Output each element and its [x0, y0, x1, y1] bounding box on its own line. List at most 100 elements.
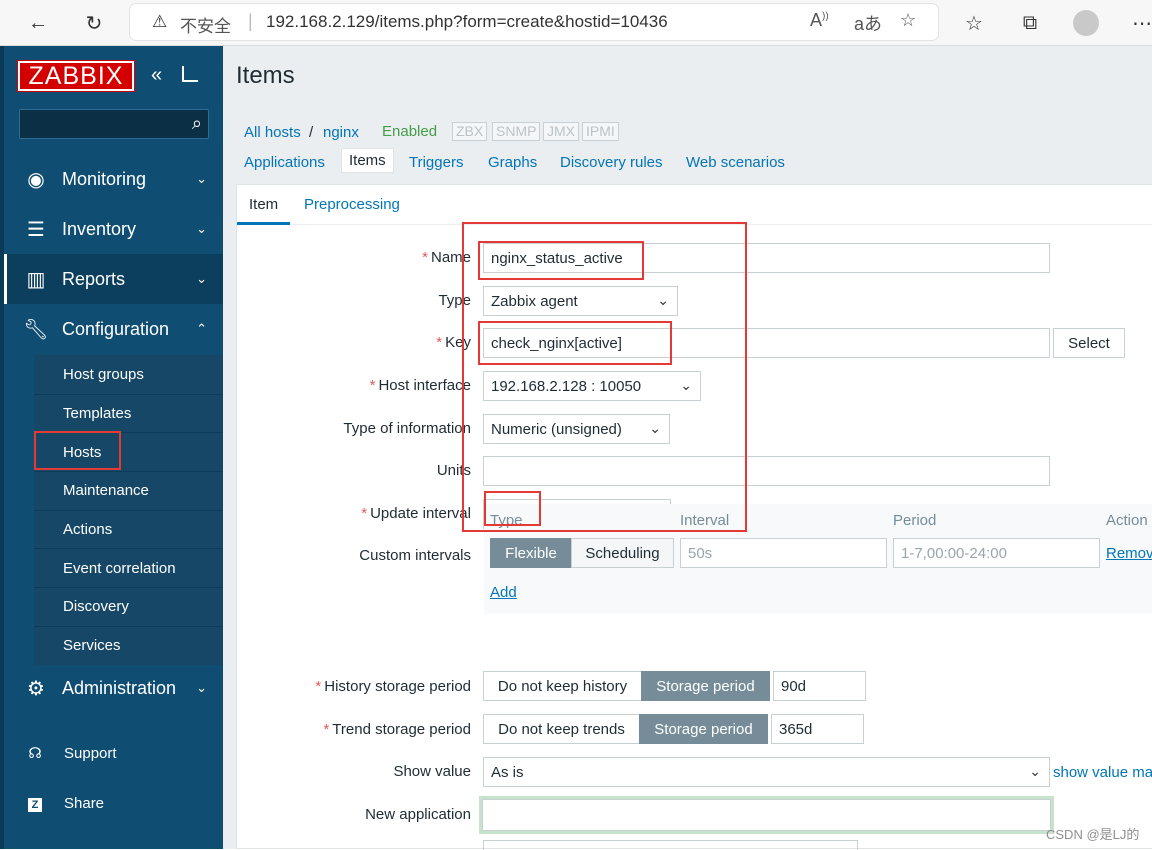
back-arrow-icon[interactable]: ← [24, 9, 52, 37]
url-text[interactable]: 192.168.2.129/items.php?form=create&host… [266, 12, 668, 32]
tab-discovery-rules[interactable]: Discovery rules [560, 154, 663, 171]
support-label: Support [64, 744, 117, 762]
share-icon: Z [20, 795, 50, 812]
tab-preprocessing[interactable]: Preprocessing [304, 185, 400, 225]
more-menu-icon[interactable]: ⋯ [1128, 9, 1152, 37]
menu-reports-label: Reports [62, 268, 126, 289]
key-label: * Key [436, 334, 471, 351]
custom-intervals-label: Custom intervals [359, 547, 471, 564]
collections-icon[interactable]: ⧉ [1016, 9, 1044, 37]
tag-zbx: ZBX [452, 122, 488, 141]
annotation-box-key [478, 321, 672, 365]
menu-administration[interactable]: ⚙ Administration ⌄ [4, 663, 223, 713]
trend-do-not-keep-toggle[interactable]: Do not keep trends [483, 714, 640, 744]
insecure-label: 不安全 [180, 17, 231, 36]
show-value-mappings-link[interactable]: show value ma [1053, 764, 1152, 781]
add-favorite-icon[interactable]: ☆ [900, 10, 916, 31]
sidebar: ZABBIX « ⌕ ◉ Monitoring ⌄ ☰ Inventory ⌄ … [0, 46, 223, 849]
menu-administration-label: Administration [62, 677, 177, 698]
menu-reports[interactable]: ▥ Reports ⌄ [4, 254, 223, 304]
tab-applications[interactable]: Applications [244, 154, 325, 171]
key-select-button[interactable]: Select [1053, 328, 1125, 358]
translate-icon[interactable]: aあ [854, 10, 882, 36]
warning-icon: ⚠ [152, 12, 168, 31]
menu-configuration-label: Configuration [62, 318, 170, 339]
trend-storage-period-toggle[interactable]: Storage period [639, 714, 768, 744]
main-content: Items All hosts / nginx Enabled ZBX SNMP… [223, 46, 1152, 850]
read-aloud-icon[interactable]: A)) [810, 10, 829, 31]
submenu-host-groups[interactable]: Host groups [34, 355, 223, 394]
headset-icon: ☊ [28, 745, 42, 762]
flexible-toggle[interactable]: Flexible [490, 538, 572, 568]
units-label: Units [436, 462, 471, 479]
tab-graphs[interactable]: Graphs [488, 154, 537, 171]
wrench-icon: 🔧︎ [23, 318, 49, 341]
share-link[interactable]: Z Share [4, 788, 223, 818]
submenu-event-correlation[interactable]: Event correlation [34, 548, 223, 588]
profile-avatar[interactable] [1072, 9, 1100, 37]
form-tabs: Item Preprocessing [237, 185, 1152, 225]
submenu-maintenance[interactable]: Maintenance [34, 471, 223, 510]
host-status-enabled[interactable]: Enabled [382, 123, 437, 140]
support-link[interactable]: ☊ Support [4, 738, 223, 768]
chevron-down-icon: ⌄ [196, 171, 207, 186]
breadcrumb-host[interactable]: nginx [323, 124, 359, 141]
tab-item[interactable]: Item [237, 185, 291, 225]
refresh-icon[interactable]: ↻ [80, 9, 108, 37]
menu-monitoring[interactable]: ◉ Monitoring ⌄ [4, 154, 223, 204]
ci-interval-input[interactable]: 50s [680, 538, 887, 568]
menu-monitoring-label: Monitoring [62, 168, 147, 189]
ci-header-action: Action [1106, 512, 1148, 529]
url-separator: | [248, 11, 253, 31]
address-bar[interactable]: ⚠ 不安全 | 192.168.2.129/items.php?form=cre… [130, 4, 938, 40]
share-label: Share [64, 794, 105, 812]
sidebar-search-input[interactable]: ⌕ [19, 109, 209, 139]
list-icon: ☰ [27, 218, 45, 241]
breadcrumb-all-hosts[interactable]: All hosts [244, 124, 301, 141]
history-period-input[interactable]: 90d [773, 671, 866, 701]
search-icon[interactable]: ⌕ [192, 113, 202, 134]
submenu-actions[interactable]: Actions [34, 509, 223, 549]
annotation-box-name [478, 241, 644, 280]
ci-remove-link[interactable]: Remov [1106, 545, 1152, 562]
chevron-down-icon: ⌄ [1029, 763, 1041, 779]
kiosk-mode-icon[interactable] [182, 66, 198, 82]
scheduling-toggle[interactable]: Scheduling [571, 538, 674, 568]
ci-period-input[interactable]: 1-7,00:00-24:00 [893, 538, 1100, 568]
configuration-submenu: Host groups Templates Hosts Maintenance … [34, 355, 223, 665]
new-application-label: New application [365, 806, 471, 823]
tab-web-scenarios[interactable]: Web scenarios [686, 154, 785, 171]
show-value-label: Show value [393, 763, 471, 780]
show-value-value: As is [491, 763, 524, 781]
history-storage-period-toggle[interactable]: Storage period [641, 671, 770, 701]
favorites-icon[interactable]: ☆ [960, 9, 988, 37]
hosts-highlight-box [34, 431, 121, 470]
tag-ipmi: IPMI [582, 122, 619, 141]
tab-triggers[interactable]: Triggers [409, 154, 463, 171]
chevron-down-icon: ⌄ [196, 680, 207, 695]
trend-period-input[interactable]: 365d [771, 714, 864, 744]
gear-icon: ⚙ [27, 677, 45, 700]
submenu-services[interactable]: Services [34, 625, 223, 665]
page-title: Items [236, 62, 295, 89]
chevron-down-icon: ⌄ [196, 271, 207, 286]
zabbix-logo[interactable]: ZABBIX [17, 60, 135, 92]
menu-configuration[interactable]: 🔧︎ Configuration ⌃ [4, 304, 223, 354]
collapse-sidebar-icon[interactable]: « [151, 64, 162, 87]
tag-jmx: JMX [543, 122, 579, 141]
name-label: * Name [422, 249, 471, 266]
browser-toolbar: ← ↻ ⚠ 不安全 | 192.168.2.129/items.php?form… [0, 0, 1152, 46]
tab-items[interactable]: Items [341, 148, 394, 173]
history-do-not-keep-toggle[interactable]: Do not keep history [483, 671, 642, 701]
submenu-templates[interactable]: Templates [34, 393, 223, 433]
annotation-box-interval [484, 491, 541, 526]
menu-inventory[interactable]: ☰ Inventory ⌄ [4, 204, 223, 254]
chevron-down-icon: ⌄ [196, 221, 207, 236]
submenu-discovery[interactable]: Discovery [34, 587, 223, 626]
bar-chart-icon: ▥ [26, 268, 46, 291]
sidebar-edge [0, 46, 4, 849]
show-value-select[interactable]: As is ⌄ [483, 757, 1050, 787]
new-application-input[interactable] [479, 796, 1054, 834]
ci-add-link[interactable]: Add [490, 584, 517, 601]
tag-snmp: SNMP [492, 122, 541, 141]
